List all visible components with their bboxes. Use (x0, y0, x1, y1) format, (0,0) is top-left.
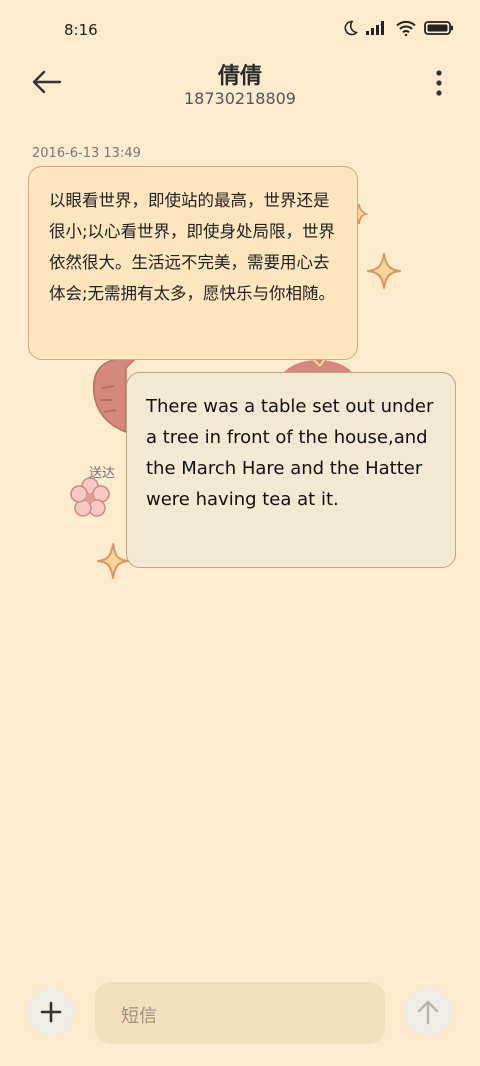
status-time: 8:16 (64, 21, 98, 39)
sparkle-icon (367, 253, 401, 289)
incoming-message-bubble[interactable]: 以眼看世界，即使站的最高，世界还是很小;以心看世界，即使身处局限，世界依然很大。… (28, 166, 358, 360)
contact-name: 倩倩 (217, 64, 262, 89)
outgoing-message-bubble[interactable]: There was a table set out under a tree i… (126, 372, 456, 568)
plus-icon (40, 1001, 62, 1023)
sparkle-icon (97, 543, 129, 579)
more-icon[interactable] (434, 69, 444, 97)
send-arrow-icon (417, 1000, 439, 1025)
send-button[interactable] (404, 988, 452, 1036)
message-timestamp: 2016-6-13 13:49 (32, 146, 141, 161)
add-attachment-button[interactable] (27, 988, 75, 1036)
composer-bar: 短信 (0, 980, 480, 1050)
wifi-icon (396, 20, 416, 36)
status-bar: 8:16 (0, 0, 480, 60)
moon-icon (344, 20, 358, 36)
conversation-header: 倩倩 18730218809 (0, 55, 480, 125)
contact-phone-number: 18730218809 (184, 89, 296, 108)
status-icons (342, 20, 454, 36)
signal-icon (366, 21, 384, 35)
battery-icon (424, 21, 453, 35)
delivery-status: 送达 (89, 466, 116, 481)
flower-icon (70, 477, 110, 517)
message-input[interactable]: 短信 (95, 982, 385, 1044)
